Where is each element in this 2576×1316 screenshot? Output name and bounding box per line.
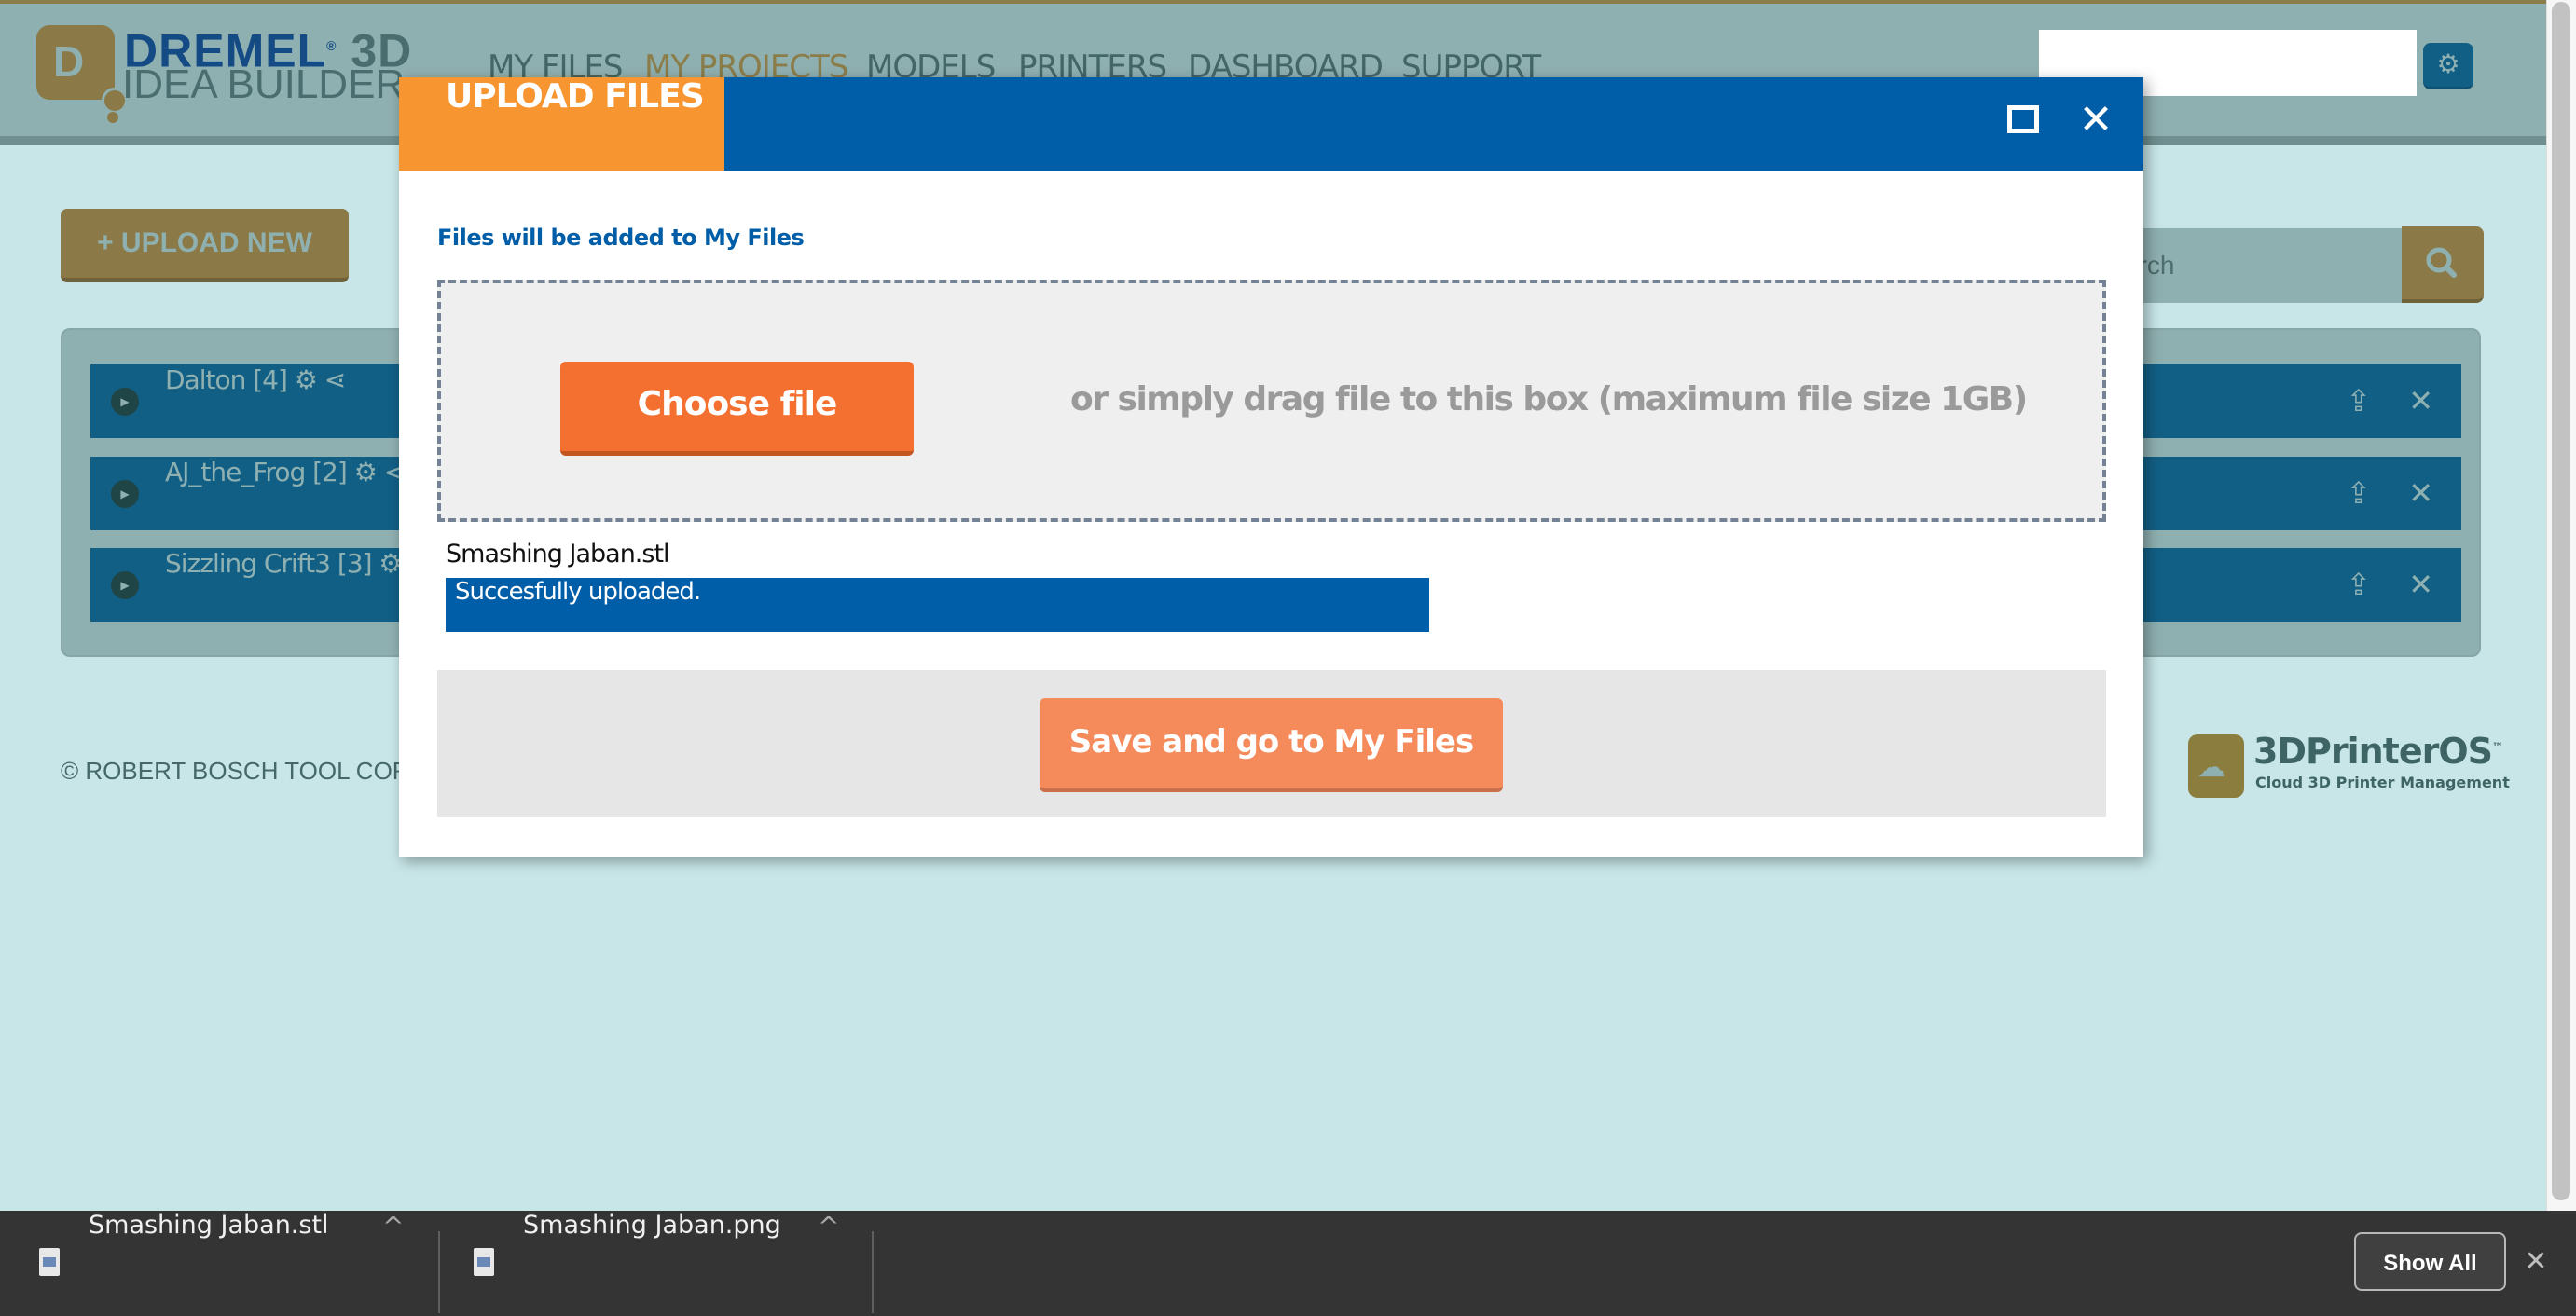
dialog-title-tab: UPLOAD FILES bbox=[399, 77, 724, 171]
chevron-up-icon[interactable]: ^ bbox=[382, 1211, 404, 1241]
save-and-go-button[interactable]: Save and go to My Files bbox=[1040, 698, 1503, 792]
download-item[interactable]: Smashing Jaban.png ^ bbox=[440, 1211, 871, 1316]
drag-instructions: or simply drag file to this box (maximum… bbox=[1070, 380, 2028, 418]
download-file-name: Smashing Jaban.png bbox=[523, 1211, 781, 1240]
chevron-up-icon[interactable]: ^ bbox=[818, 1211, 839, 1241]
download-file-name: Smashing Jaban.stl bbox=[89, 1211, 329, 1240]
close-icon[interactable]: ✕ bbox=[2073, 98, 2118, 143]
download-bar: Smashing Jaban.stl ^ Smashing Jaban.png … bbox=[0, 1211, 2576, 1316]
upload-status: Succesfully uploaded. bbox=[455, 578, 701, 606]
uploaded-file-name: Smashing Jaban.stl bbox=[446, 540, 670, 569]
file-icon bbox=[39, 1248, 60, 1276]
show-all-button[interactable]: Show All bbox=[2354, 1232, 2506, 1291]
dialog-footer: Save and go to My Files bbox=[437, 670, 2106, 817]
upload-files-dialog: UPLOAD FILES ✕ Files will be added to My… bbox=[399, 77, 2143, 857]
file-drop-zone[interactable]: Choose file or simply drag file to this … bbox=[437, 280, 2106, 522]
dialog-header: UPLOAD FILES ✕ bbox=[399, 77, 2143, 171]
file-icon bbox=[474, 1248, 494, 1276]
maximize-icon[interactable] bbox=[2007, 105, 2039, 133]
download-item[interactable]: Smashing Jaban.stl ^ bbox=[0, 1211, 438, 1316]
divider bbox=[872, 1231, 874, 1313]
choose-file-button[interactable]: Choose file bbox=[560, 362, 914, 456]
dialog-title: UPLOAD FILES bbox=[446, 77, 705, 116]
destination-note: Files will be added to My Files bbox=[437, 225, 805, 251]
scrollbar-thumb[interactable] bbox=[2552, 2, 2570, 1200]
upload-progress-bar: Succesfully uploaded. bbox=[446, 578, 1429, 632]
close-icon[interactable]: ✕ bbox=[2517, 1240, 2555, 1284]
